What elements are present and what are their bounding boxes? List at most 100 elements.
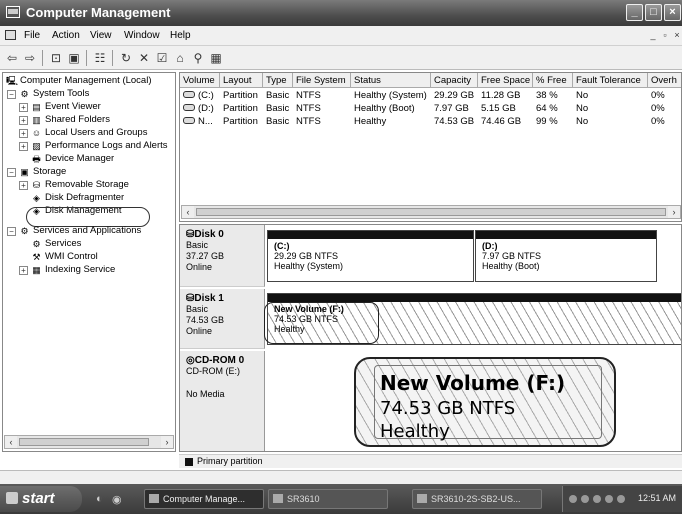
column-header-file-system[interactable]: File System [293,73,351,88]
tree-item-system-tools[interactable]: ⚙ System Tools [19,87,89,100]
tray-update-icon[interactable] [593,495,601,503]
collapse-icon[interactable]: − [7,168,16,177]
properties-icon[interactable]: ☷ [92,50,108,66]
file-system-cell: NTFS [296,116,321,127]
column-header-capacity[interactable]: Capacity [431,73,478,88]
callout-volume-status: Healthy [380,421,450,442]
expand-icon[interactable]: + [19,181,28,190]
disk-icon[interactable]: ▦ [208,50,224,66]
menu-action[interactable]: Action [52,30,80,41]
type-cell: Basic [266,90,290,101]
expand-icon[interactable]: + [19,116,28,125]
cdrom-0-label[interactable]: ◎CD-ROM 0 CD-ROM (E:) No Media [180,351,265,451]
tray-network-icon[interactable] [569,495,577,503]
tree-item-storage[interactable]: ▣ Storage [19,165,66,178]
scroll-right-icon[interactable]: › [161,436,173,448]
menu-window[interactable]: Window [124,30,160,41]
search-icon[interactable]: ⚲ [190,50,206,66]
column-header-free-space[interactable]: Free Space [478,73,533,88]
properties2-icon[interactable]: ☑ [154,50,170,66]
menu-help[interactable]: Help [170,30,191,41]
tray-volume-icon[interactable] [605,495,613,503]
column-header-layout[interactable]: Layout [220,73,263,88]
disk-1-label[interactable]: ⛁Disk 1 Basic 74.53 GB Online [180,289,265,349]
scroll-left-icon[interactable]: ‹ [182,206,194,218]
menu-file[interactable]: File [24,30,40,41]
mdi-restore-button[interactable]: ▫ [660,31,670,41]
quick-launch-icon[interactable]: ◐ [96,493,103,505]
back-icon[interactable]: ⇦ [4,50,20,66]
scroll-thumb[interactable] [19,438,149,446]
column-header-volume[interactable]: Volume [180,73,220,88]
scroll-left-icon[interactable]: ‹ [5,436,17,448]
column-header-percent-free[interactable]: % Free [533,73,573,88]
callout-volume-name: New Volume (F:) [380,371,566,395]
percent-free-cell: 64 % [536,103,558,114]
tree-item-label: WMI Control [45,251,98,262]
show-hide-tree-icon[interactable]: ▣ [66,50,82,66]
taskbar-item-computer-management[interactable]: Computer Manage... [144,489,264,509]
column-header-overhead[interactable]: Overh [648,73,681,88]
open-icon[interactable]: ⌂ [172,50,188,66]
collapse-icon[interactable]: − [7,227,16,236]
tree-item-shared-folders[interactable]: ▥ Shared Folders [31,113,110,126]
users-icon: ☺ [31,128,42,138]
disk-0-label[interactable]: ⛁Disk 0 Basic 37.27 GB Online [180,225,265,287]
partition-c[interactable]: (C:) 29.29 GB NTFS Healthy (System) [267,230,474,282]
maximize-button[interactable]: □ [645,4,662,21]
status-bar [0,470,682,484]
device-manager-icon: 🖶 [32,154,41,164]
up-icon[interactable]: ⊡ [48,50,64,66]
forward-icon[interactable]: ⇨ [22,50,38,66]
expand-icon[interactable]: + [19,103,28,112]
callout-volume-size: 74.53 GB NTFS [380,398,516,419]
file-system-cell: NTFS [296,103,321,114]
tray-display-icon[interactable] [617,495,625,503]
delete-icon[interactable]: ✕ [136,50,152,66]
taskbar-item-sr3610[interactable]: SR3610 [268,489,388,509]
tree-item-event-viewer[interactable]: ▤ Event Viewer [31,100,101,113]
column-header-type[interactable]: Type [263,73,293,88]
tree-item-performance-logs[interactable]: ▨ Performance Logs and Alerts [31,139,167,152]
expand-icon[interactable]: + [19,266,28,275]
partition-d[interactable]: (D:) 7.97 GB NTFS Healthy (Boot) [475,230,657,282]
close-button[interactable]: × [664,4,681,21]
tree-item-wmi-control[interactable]: ⚒ WMI Control [31,250,98,263]
tree-item-disk-defragmenter[interactable]: ◈ Disk Defragmenter [31,191,124,204]
fault-tolerance-cell: No [576,116,589,127]
tree-item-services-and-applications[interactable]: ⚙ Services and Applications [19,224,141,237]
tree-item-label: Shared Folders [45,114,110,125]
tree-item-removable-storage[interactable]: ⛁ Removable Storage [31,178,129,191]
minimize-button[interactable]: _ [626,4,643,21]
tree-item-computer-management[interactable]: 🖳 Computer Management (Local) [6,74,151,87]
tree-item-label: Computer Management (Local) [20,75,152,86]
percent-free-cell: 38 % [536,90,558,101]
tree-item-local-users[interactable]: ☺ Local Users and Groups [31,126,148,139]
tree-item-indexing-service[interactable]: ▦ Indexing Service [31,263,115,276]
mdi-close-button[interactable]: × [672,31,682,41]
column-header-fault-tolerance[interactable]: Fault Tolerance [573,73,648,88]
taskbar-item-sr3610-us[interactable]: SR3610-2S-SB2-US... [412,489,542,509]
tree-item-services[interactable]: ⚙ Services [31,237,81,250]
status-cell: Healthy (Boot) [354,103,415,114]
expand-icon[interactable]: + [19,129,28,138]
clock[interactable]: 12:51 AM [638,493,676,503]
scroll-right-icon[interactable]: › [668,206,680,218]
mdi-minimize-button[interactable]: _ [648,31,658,41]
scroll-thumb[interactable] [196,208,666,216]
browser-icon[interactable]: ◉ [112,493,122,506]
column-header-status[interactable]: Status [351,73,431,88]
volume-list-horizontal-scrollbar[interactable]: ‹ › [181,205,681,219]
new-volume-callout: New Volume (F:) 74.53 GB NTFS Healthy [354,357,616,447]
mdi-window-icon[interactable] [5,30,16,40]
menu-view[interactable]: View [90,30,112,41]
installer-icon [417,494,427,503]
refresh-icon[interactable]: ↻ [118,50,134,66]
tree-horizontal-scrollbar[interactable]: ‹ › [4,435,174,449]
defragmenter-icon: ◈ [33,193,40,203]
collapse-icon[interactable]: − [7,90,16,99]
tray-security-icon[interactable] [581,495,589,503]
start-button[interactable]: start [0,486,82,512]
expand-icon[interactable]: + [19,142,28,151]
tree-item-device-manager[interactable]: 🖶 Device Manager [31,152,114,165]
